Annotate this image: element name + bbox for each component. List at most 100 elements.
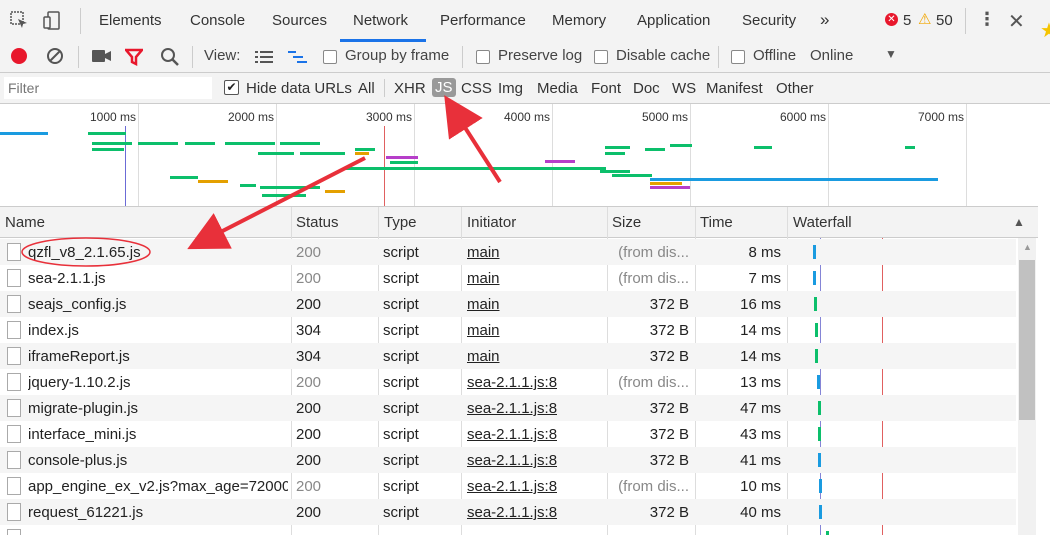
- disable-cache-label[interactable]: Disable cache: [616, 47, 710, 64]
- filter-type-xhr[interactable]: XHR: [394, 80, 426, 97]
- column-header-status[interactable]: Status: [296, 214, 339, 231]
- error-icon[interactable]: ✕: [885, 13, 898, 26]
- table-row[interactable]: jquery-1.10.2.js 200 script sea-2.1.1.js…: [0, 369, 1016, 395]
- column-header-name[interactable]: Name: [5, 214, 45, 231]
- throttling-select[interactable]: Online: [810, 47, 853, 64]
- column-header-initiator[interactable]: Initiator: [467, 214, 516, 231]
- table-row-partial[interactable]: [0, 525, 1016, 535]
- request-name[interactable]: request_61221.js: [28, 504, 288, 521]
- filter-type-ws[interactable]: WS: [672, 80, 696, 97]
- request-initiator-link[interactable]: sea-2.1.1.js:8: [467, 374, 557, 391]
- request-name[interactable]: app_engine_ex_v2.js?max_age=72000: [28, 478, 288, 495]
- request-name[interactable]: seajs_config.js: [28, 296, 288, 313]
- request-name[interactable]: migrate-plugin.js: [28, 400, 288, 417]
- scrollbar-thumb[interactable]: [1019, 260, 1035, 420]
- request-name[interactable]: interface_mini.js: [28, 426, 288, 443]
- hide-data-urls-label[interactable]: Hide data URLs: [246, 80, 352, 97]
- filter-type-manifest[interactable]: Manifest: [706, 80, 763, 97]
- sort-ascending-icon[interactable]: ▲: [1013, 215, 1025, 229]
- customize-menu-icon[interactable]: ⋮: [978, 9, 996, 30]
- column-header-size[interactable]: Size: [612, 214, 641, 231]
- capture-screenshots-icon[interactable]: [92, 49, 112, 63]
- warning-count[interactable]: 50: [936, 12, 953, 29]
- filter-type-doc[interactable]: Doc: [633, 80, 660, 97]
- request-initiator-link[interactable]: sea-2.1.1.js:8: [467, 452, 557, 469]
- large-rows-icon[interactable]: [255, 50, 273, 64]
- filter-type-css[interactable]: CSS: [461, 80, 492, 97]
- filter-type-font[interactable]: Font: [591, 80, 621, 97]
- offline-label[interactable]: Offline: [753, 47, 796, 64]
- tab-network[interactable]: Network: [353, 12, 408, 29]
- request-name[interactable]: sea-2.1.1.js: [28, 270, 288, 287]
- table-row[interactable]: console-plus.js 200 script sea-2.1.1.js:…: [0, 447, 1016, 473]
- offline-checkbox[interactable]: [731, 50, 745, 64]
- close-devtools-icon[interactable]: ✕: [1008, 9, 1025, 34]
- tab-sources[interactable]: Sources: [272, 12, 327, 29]
- filter-type-other[interactable]: Other: [776, 80, 814, 97]
- table-row[interactable]: app_engine_ex_v2.js?max_age=72000 200 sc…: [0, 473, 1016, 499]
- tick-gridline: [828, 104, 829, 206]
- request-time: 40 ms: [740, 504, 781, 521]
- tab-elements[interactable]: Elements: [99, 12, 162, 29]
- overview-waterfall-icon[interactable]: [288, 50, 308, 64]
- filter-type-js[interactable]: JS: [432, 78, 456, 97]
- column-header-time[interactable]: Time: [700, 214, 733, 231]
- record-icon[interactable]: [11, 48, 27, 64]
- filter-type-all[interactable]: All: [358, 80, 375, 97]
- inspect-element-icon[interactable]: [10, 11, 30, 31]
- request-name[interactable]: console-plus.js: [28, 452, 288, 469]
- request-initiator-link[interactable]: main: [467, 270, 500, 287]
- table-row[interactable]: iframeReport.js 304 script main 372 B 14…: [0, 343, 1016, 369]
- tab-performance[interactable]: Performance: [440, 12, 526, 29]
- request-size: (from dis...: [618, 244, 689, 261]
- table-row[interactable]: request_61221.js 200 script sea-2.1.1.js…: [0, 499, 1016, 525]
- request-initiator-link[interactable]: main: [467, 348, 500, 365]
- disable-cache-checkbox[interactable]: [594, 50, 608, 64]
- request-bar: [650, 178, 938, 181]
- error-count[interactable]: 5: [903, 12, 911, 29]
- request-initiator-link[interactable]: main: [467, 322, 500, 339]
- divider: [965, 8, 966, 34]
- vertical-scrollbar[interactable]: ▲: [1018, 238, 1036, 535]
- table-row[interactable]: qzfl_v8_2.1.65.js 200 script main (from …: [0, 239, 1016, 265]
- table-row[interactable]: interface_mini.js 200 script sea-2.1.1.j…: [0, 421, 1016, 447]
- divider: [192, 46, 193, 68]
- device-toolbar-icon[interactable]: [42, 10, 64, 32]
- filter-icon[interactable]: [125, 48, 143, 66]
- clear-icon[interactable]: [46, 47, 64, 65]
- request-initiator-link[interactable]: main: [467, 244, 500, 261]
- request-name[interactable]: jquery-1.10.2.js: [28, 374, 288, 391]
- request-name[interactable]: qzfl_v8_2.1.65.js: [28, 244, 288, 261]
- tab-console[interactable]: Console: [190, 12, 245, 29]
- column-header-waterfall[interactable]: Waterfall: [793, 214, 852, 231]
- group-by-frame-checkbox[interactable]: [323, 50, 337, 64]
- network-overview-timeline[interactable]: 1000 ms 2000 ms 3000 ms 4000 ms 5000 ms …: [0, 104, 1038, 207]
- preserve-log-label[interactable]: Preserve log: [498, 47, 582, 64]
- request-initiator-link[interactable]: sea-2.1.1.js:8: [467, 504, 557, 521]
- filter-input[interactable]: [4, 77, 212, 99]
- table-row[interactable]: seajs_config.js 200 script main 372 B 16…: [0, 291, 1016, 317]
- request-initiator-link[interactable]: sea-2.1.1.js:8: [467, 478, 557, 495]
- table-row[interactable]: migrate-plugin.js 200 script sea-2.1.1.j…: [0, 395, 1016, 421]
- request-initiator-link[interactable]: sea-2.1.1.js:8: [467, 400, 557, 417]
- table-row[interactable]: sea-2.1.1.js 200 script main (from dis..…: [0, 265, 1016, 291]
- preserve-log-checkbox[interactable]: [476, 50, 490, 64]
- hide-data-urls-checkbox[interactable]: ✔: [224, 80, 239, 95]
- table-row[interactable]: index.js 304 script main 372 B 14 ms: [0, 317, 1016, 343]
- chevron-down-icon[interactable]: ▼: [885, 47, 897, 61]
- warning-icon[interactable]: ⚠: [918, 10, 931, 28]
- filter-type-img[interactable]: Img: [498, 80, 523, 97]
- request-initiator-link[interactable]: sea-2.1.1.js:8: [467, 426, 557, 443]
- more-tabs-button[interactable]: »: [820, 10, 829, 30]
- tab-memory[interactable]: Memory: [552, 12, 606, 29]
- column-header-type[interactable]: Type: [384, 214, 417, 231]
- group-by-frame-label[interactable]: Group by frame: [345, 47, 449, 64]
- filter-type-media[interactable]: Media: [537, 80, 578, 97]
- tab-security[interactable]: Security: [742, 12, 796, 29]
- search-icon[interactable]: [160, 47, 180, 67]
- request-initiator-link[interactable]: main: [467, 296, 500, 313]
- tab-application[interactable]: Application: [637, 12, 710, 29]
- request-name[interactable]: iframeReport.js: [28, 348, 288, 365]
- request-name[interactable]: index.js: [28, 322, 288, 339]
- scroll-up-icon[interactable]: ▲: [1023, 242, 1032, 252]
